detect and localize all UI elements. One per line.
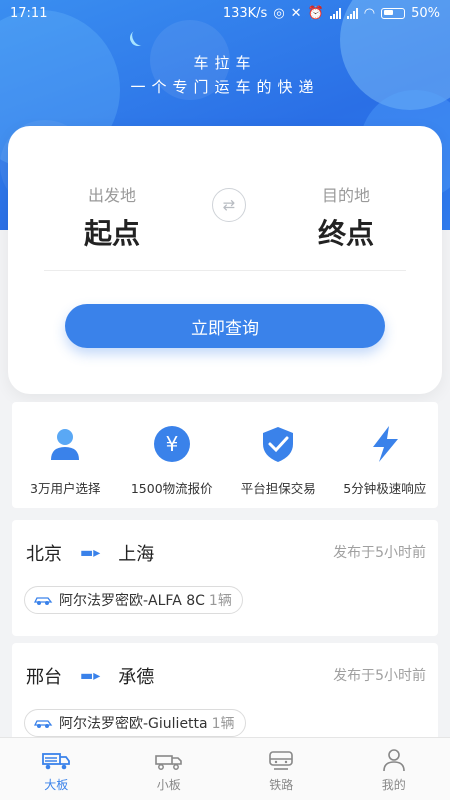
route: 邢台 ▬▸ 承德 xyxy=(26,663,154,689)
feature-strip: 3万用户选择 ¥ 1500物流报价 平台担保交易 5分钟极速响应 xyxy=(12,402,438,508)
battery-level: 50% xyxy=(411,5,440,21)
destination-value: 终点 xyxy=(317,217,374,250)
yuan-icon: ¥ xyxy=(153,426,190,462)
status-bar: 17:11 133K/s ◎ ✕ ⏰ ◠ 50% xyxy=(0,0,450,26)
divider xyxy=(44,270,406,271)
lightning-icon xyxy=(372,426,398,462)
listing-card[interactable]: 北京 ▬▸ 上海 发布于5小时前 阿尔法罗密欧-ALFA 8C 1辆 xyxy=(12,520,438,636)
tab-label: 大板 xyxy=(44,778,69,792)
feature-item: ¥ 1500物流报价 xyxy=(119,402,226,508)
hotspot-icon: ◎ xyxy=(273,5,285,21)
feature-item: 3万用户选择 xyxy=(12,402,119,508)
route-origin: 邢台 xyxy=(26,667,62,688)
destination-label: 目的地 xyxy=(321,186,370,205)
app-title: 车拉车 xyxy=(193,54,257,72)
shield-check-icon xyxy=(263,427,294,462)
feature-item: 平台担保交易 xyxy=(225,402,332,508)
crescent-icon xyxy=(127,27,149,49)
user-icon xyxy=(51,429,80,460)
truck-small-icon xyxy=(154,755,182,770)
car-tag: 阿尔法罗密欧-ALFA 8C 1辆 xyxy=(24,586,243,614)
car-icon xyxy=(33,720,53,728)
posted-time: 发布于5小时前 xyxy=(333,668,426,684)
origin-value: 起点 xyxy=(83,217,140,250)
origin-selector[interactable]: 出发地 起点 xyxy=(52,182,172,252)
feature-label: 5分钟极速响应 xyxy=(343,481,427,496)
destination-selector[interactable]: 目的地 终点 xyxy=(286,182,406,252)
tab-mine[interactable]: 我的 xyxy=(338,738,450,800)
origin-label: 出发地 xyxy=(87,186,136,205)
car-tag: 阿尔法罗密欧-Giulietta 1辆 xyxy=(24,709,246,737)
wifi-icon: ◠ xyxy=(363,5,376,21)
posted-time: 发布于5小时前 xyxy=(333,545,426,561)
route: 北京 ▬▸ 上海 xyxy=(26,540,154,566)
tab-railway[interactable]: 铁路 xyxy=(225,738,338,800)
tab-small-truck[interactable]: 小板 xyxy=(113,738,226,800)
tab-bar: 大板 小板 铁路 我的 xyxy=(0,737,450,800)
status-indicators: 133K/s ◎ ✕ ⏰ ◠ 50% xyxy=(223,6,440,21)
tab-label: 我的 xyxy=(381,778,406,792)
tab-label: 铁路 xyxy=(269,778,294,792)
tab-label: 小板 xyxy=(156,778,181,792)
query-button[interactable]: 立即查询 xyxy=(65,304,385,348)
status-time: 17:11 xyxy=(10,5,48,21)
truck-large-icon xyxy=(42,753,71,770)
car-model: 阿尔法罗密欧-Giulietta xyxy=(59,716,208,732)
battery-icon xyxy=(381,7,406,19)
route-destination: 承德 xyxy=(118,667,155,688)
feature-item: 5分钟极速响应 xyxy=(332,402,439,508)
svg-text:¥: ¥ xyxy=(165,432,178,456)
car-qty: 1辆 xyxy=(211,716,235,732)
feature-label: 平台担保交易 xyxy=(240,481,316,496)
signal-icon xyxy=(346,7,358,19)
route-arrow-icon: ▬▸ xyxy=(80,545,101,561)
signal-icon xyxy=(329,7,341,19)
person-icon xyxy=(382,749,405,772)
car-qty: 1辆 xyxy=(208,593,232,609)
app-slogan: 一个专门运车的快递 xyxy=(130,78,320,96)
train-icon xyxy=(269,751,294,770)
feature-label: 3万用户选择 xyxy=(30,481,101,496)
car-icon xyxy=(33,597,53,605)
swap-arrows-icon[interactable]: ⇄ xyxy=(212,188,246,222)
query-card: 出发地 起点 ⇄ 目的地 终点 立即查询 xyxy=(8,126,442,394)
net-speed: 133K/s xyxy=(222,5,268,21)
tab-large-truck[interactable]: 大板 xyxy=(0,738,113,800)
route-destination: 上海 xyxy=(118,544,155,565)
mute-icon: ✕ xyxy=(290,5,302,21)
feature-label: 1500物流报价 xyxy=(130,481,213,496)
route-arrow-icon: ▬▸ xyxy=(80,668,101,684)
route-origin: 北京 xyxy=(26,544,62,565)
car-model: 阿尔法罗密欧-ALFA 8C xyxy=(59,593,205,609)
alarm-icon: ⏰ xyxy=(307,5,324,21)
